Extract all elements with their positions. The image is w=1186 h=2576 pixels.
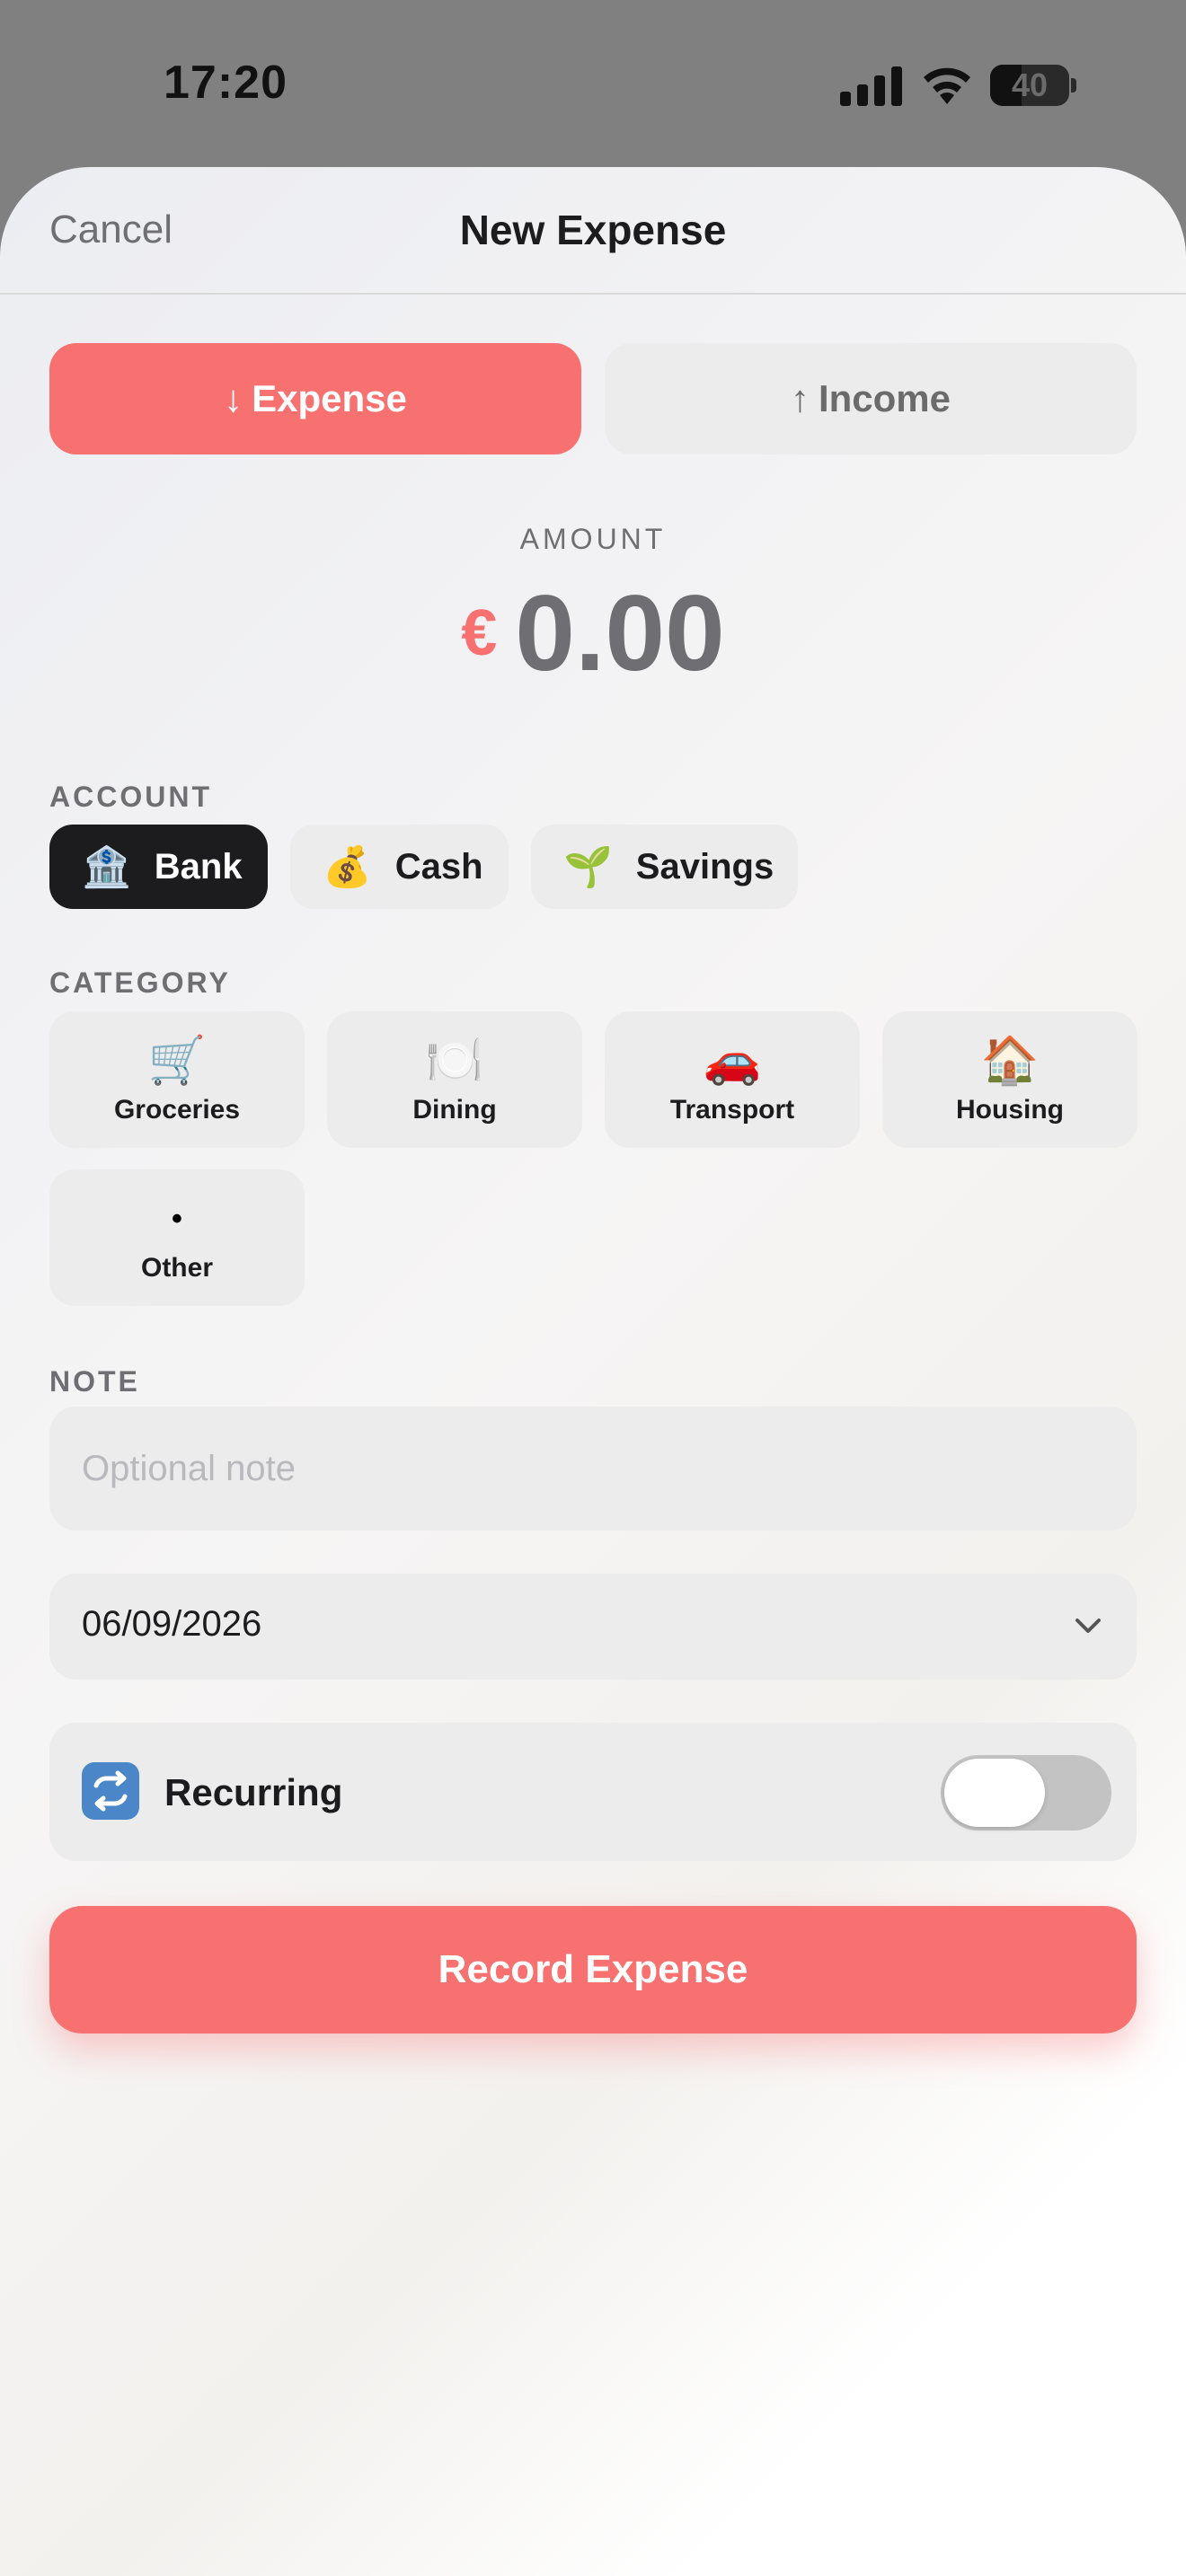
account-chip-label: Bank (154, 846, 243, 887)
category-housing[interactable]: 🏠 Housing (882, 1011, 1137, 1148)
recurring-row: Recurring (49, 1723, 1137, 1861)
arrow-down-icon: ↓ (224, 377, 243, 419)
money-bag-icon: 💰 (323, 845, 372, 889)
account-chip-savings[interactable]: 🌱 Savings (531, 825, 798, 909)
expense-tab[interactable]: ↓ Expense (49, 343, 581, 454)
chevron-down-icon (1075, 1619, 1101, 1633)
car-icon: 🚗 (703, 1035, 762, 1087)
account-chip-cash[interactable]: 💰 Cash (290, 825, 509, 909)
status-time: 17:20 (164, 57, 288, 109)
repeat-icon (82, 1762, 139, 1820)
house-icon: 🏠 (980, 1035, 1040, 1087)
account-chip-label: Savings (635, 846, 774, 887)
note-section-label: NOTE (49, 1365, 140, 1398)
date-picker[interactable]: 06/09/2026 (49, 1574, 1137, 1680)
account-section-label: ACCOUNT (49, 781, 212, 813)
income-tab-label: Income (818, 377, 951, 419)
seedling-icon: 🌱 (563, 845, 613, 889)
category-dining[interactable]: 🍽️ Dining (327, 1011, 582, 1148)
expense-tab-label: Expense (252, 377, 407, 419)
account-chip-bank[interactable]: 🏦 Bank (49, 825, 268, 909)
cart-icon: 🛒 (147, 1035, 207, 1087)
category-transport[interactable]: 🚗 Transport (605, 1011, 860, 1148)
amount-label: AMOUNT (519, 523, 667, 555)
record-expense-button[interactable]: Record Expense (49, 1906, 1137, 2033)
category-other[interactable]: • Other (49, 1169, 305, 1306)
amount-value: 0.00 (515, 573, 725, 693)
note-input[interactable] (49, 1407, 1137, 1531)
category-label: Housing (956, 1095, 1064, 1125)
status-bar: 17:20 40 (0, 0, 1186, 167)
currency-symbol: € (461, 597, 498, 669)
category-label: Transport (669, 1095, 795, 1125)
amount-display[interactable]: €0.00 (0, 571, 1186, 695)
recurring-toggle[interactable] (941, 1755, 1111, 1831)
recurring-label: Recurring (164, 1771, 343, 1813)
battery-icon: 40 (990, 65, 1076, 106)
note-field[interactable] (49, 1407, 1137, 1531)
battery-level: 40 (1011, 66, 1049, 103)
category-label: Other (140, 1253, 213, 1283)
cellular-signal-icon (840, 66, 902, 106)
nav-bar: Cancel New Expense (0, 167, 1186, 295)
income-tab[interactable]: ↑ Income (605, 343, 1137, 454)
account-chip-label: Cash (394, 846, 483, 887)
category-section-label: CATEGORY (49, 966, 231, 999)
date-value: 06/09/2026 (82, 1604, 262, 1644)
plate-icon: 🍽️ (425, 1035, 484, 1087)
category-label: Dining (412, 1095, 497, 1125)
dot-icon: • (172, 1202, 182, 1236)
new-expense-sheet: Cancel New Expense ↓ Expense ↑ Income AM… (0, 167, 1186, 2576)
page-title: New Expense (459, 207, 727, 253)
category-label: Groceries (113, 1095, 241, 1125)
wifi-icon (924, 67, 970, 104)
arrow-up-icon: ↑ (790, 377, 810, 419)
category-groceries[interactable]: 🛒 Groceries (49, 1011, 305, 1148)
toggle-knob (944, 1759, 1045, 1827)
bank-icon: 🏦 (82, 845, 131, 889)
